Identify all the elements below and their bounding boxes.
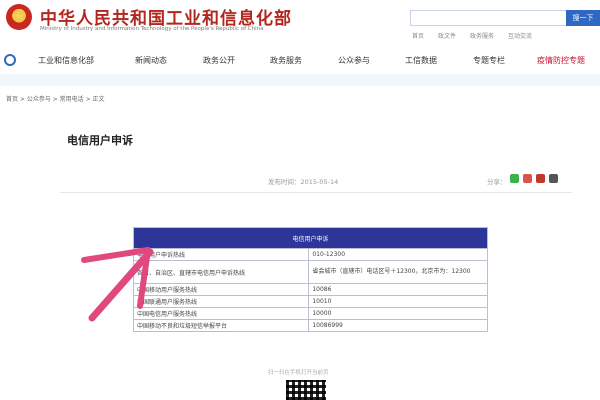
header-link-docs[interactable]: 政文件 <box>438 31 456 40</box>
nav-item-gov-info[interactable]: 政务公开 <box>203 55 235 66</box>
table-cell-label: 中国移动不良和垃圾短信举报平台 <box>132 319 310 332</box>
publish-date: 发布时间：2015-05-14 <box>268 178 339 186</box>
table-cell-label: 各省、自治区、直辖市电信用户申诉热线 <box>132 260 310 284</box>
search-button[interactable]: 搜一下 <box>566 10 600 26</box>
table-row: 电信用户申诉热线 010-12300 <box>132 248 488 261</box>
table-row: 中国电信用户服务热线 10000 <box>132 307 488 320</box>
weibo-share-icon[interactable] <box>523 174 532 183</box>
wechat-share-icon[interactable] <box>510 174 519 183</box>
header-link-home[interactable]: 首页 <box>412 31 424 40</box>
table-cell-label: 中国联通用户服务热线 <box>132 295 310 308</box>
header-link-interact[interactable]: 互动交流 <box>508 31 532 40</box>
nav-item-public[interactable]: 公众参与 <box>338 55 370 66</box>
qr-caption: 扫一扫在手机打开当前页 <box>268 370 329 376</box>
print-share-icon[interactable] <box>549 174 558 183</box>
header-link-services[interactable]: 政务服务 <box>470 31 494 40</box>
ministry-subtitle: Ministry of Industry and Information Tec… <box>40 26 264 32</box>
nav-item-topics[interactable]: 专题专栏 <box>473 55 505 66</box>
table-cell-value: 省会城市（直辖市）电话区号＋12300，北京市为：12300 <box>308 260 488 284</box>
breadcrumb[interactable]: 首页 > 公众参与 > 常用电话 > 正文 <box>6 94 105 103</box>
site-header: 中华人民共和国工业和信息化部 Ministry of Industry and … <box>0 0 600 46</box>
nav-divider <box>0 74 600 86</box>
page-title: 电信用户申诉 <box>67 134 133 147</box>
table-cell-label: 中国电信用户服务热线 <box>132 307 310 320</box>
header-links: 首页 政文件 政务服务 互动交流 <box>412 31 532 40</box>
table-row: 中国联通用户服务热线 10010 <box>132 295 488 308</box>
nav-logo-icon <box>4 54 16 66</box>
table-cell-value: 010-12300 <box>308 248 488 261</box>
table-cell-label: 中国移动用户服务热线 <box>132 283 310 296</box>
national-emblem-icon <box>6 4 32 30</box>
search-input[interactable] <box>410 10 568 26</box>
table-header: 电信用户申诉 <box>133 227 488 249</box>
nav-item-ministry[interactable]: 工业和信息化部 <box>38 55 94 66</box>
table-row: 中国移动用户服务热线 10086 <box>132 283 488 296</box>
nav-item-epidemic[interactable]: 疫情防控专题 <box>537 55 585 66</box>
email-share-icon[interactable] <box>536 174 545 183</box>
qr-code-icon <box>286 380 326 400</box>
hotline-table: 电信用户申诉 电信用户申诉热线 010-12300 各省、自治区、直辖市电信用户… <box>132 227 488 332</box>
table-cell-value: 10086 <box>308 283 488 296</box>
nav-item-news[interactable]: 新闻动态 <box>135 55 167 66</box>
share-label: 分享： <box>487 178 507 186</box>
main-nav: 工业和信息化部 新闻动态 政务公开 政务服务 公众参与 工信数据 专题专栏 疫情… <box>0 46 600 75</box>
table-cell-value: 10086999 <box>308 319 488 332</box>
nav-item-data[interactable]: 工信数据 <box>405 55 437 66</box>
table-row: 各省、自治区、直辖市电信用户申诉热线 省会城市（直辖市）电话区号＋12300，北… <box>132 260 488 284</box>
table-cell-value: 10000 <box>308 307 488 320</box>
table-cell-label: 电信用户申诉热线 <box>132 248 310 261</box>
divider <box>60 192 572 193</box>
table-row: 中国移动不良和垃圾短信举报平台 10086999 <box>132 319 488 332</box>
nav-item-gov-service[interactable]: 政务服务 <box>270 55 302 66</box>
table-cell-value: 10010 <box>308 295 488 308</box>
